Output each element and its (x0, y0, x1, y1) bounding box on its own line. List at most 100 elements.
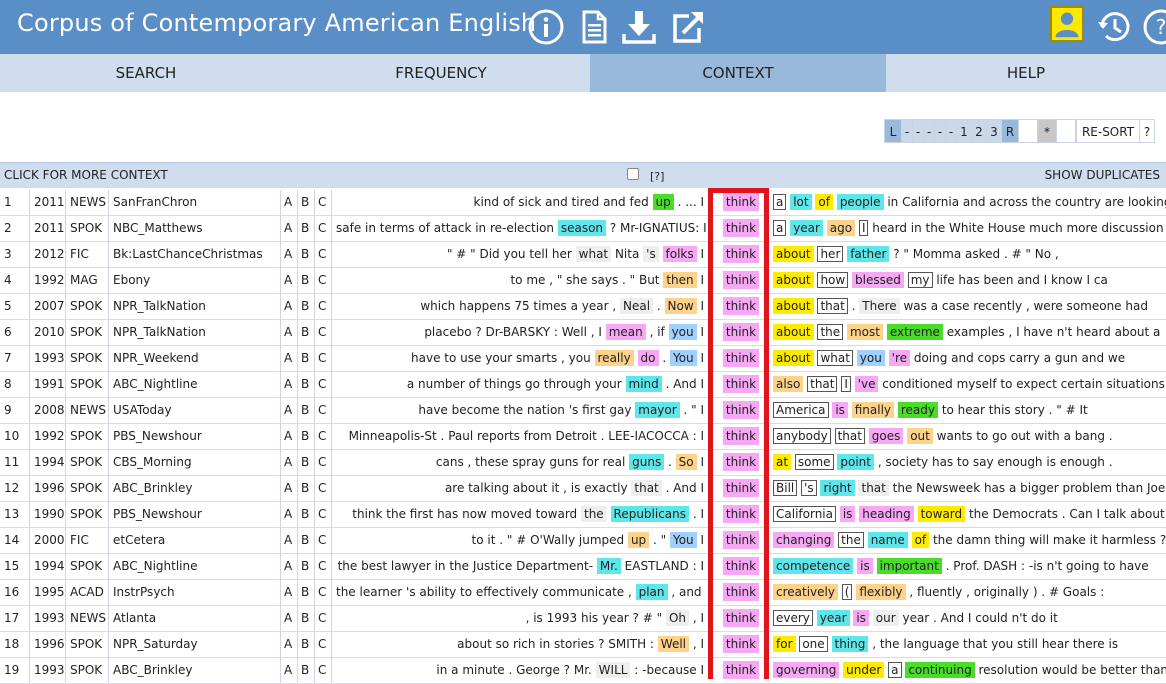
expand-c-link[interactable]: C (318, 242, 330, 267)
keyword[interactable]: think (723, 219, 759, 237)
table-row[interactable]: 92008NEWSUSATodayABChave become the nati… (0, 398, 1166, 424)
expand-a-link[interactable]: A (284, 320, 296, 345)
table-row[interactable]: 171993NEWSAtlantaABC, is 1993 his year ?… (0, 606, 1166, 632)
table-row[interactable]: 142000FICetCeteraABCto it . " # O'Wally … (0, 528, 1166, 554)
expand-a-link[interactable]: A (284, 476, 296, 501)
keyword[interactable]: think (723, 375, 759, 393)
keyword-cell[interactable]: think (722, 528, 760, 553)
expand-a-link[interactable]: A (284, 346, 296, 371)
expand-a-link[interactable]: A (284, 294, 296, 319)
tab-frequency[interactable]: FREQUENCY (292, 54, 590, 92)
keyword[interactable]: think (723, 323, 759, 341)
keyword[interactable]: think (723, 635, 759, 653)
row-source[interactable]: ABC_Nightline (113, 372, 278, 397)
expand-b-link[interactable]: B (301, 372, 313, 397)
expand-a-link[interactable]: A (284, 242, 296, 267)
expand-b-link[interactable]: B (301, 346, 313, 371)
table-row[interactable]: 161995ACADInstrPsychABCthe learner 's ab… (0, 580, 1166, 606)
expand-a-link[interactable]: A (284, 424, 296, 449)
expand-b-link[interactable]: B (301, 190, 313, 215)
document-icon[interactable] (575, 8, 613, 46)
keyword[interactable]: think (723, 245, 759, 263)
keyword[interactable]: think (723, 661, 759, 679)
expand-b-link[interactable]: B (301, 268, 313, 293)
row-source[interactable]: PBS_Newshour (113, 424, 278, 449)
keyword[interactable]: think (723, 609, 759, 627)
expand-c-link[interactable]: C (318, 216, 330, 241)
expand-c-link[interactable]: C (318, 372, 330, 397)
table-row[interactable]: 62010SPOKNPR_TalkNationABCplacebo ? Dr-B… (0, 320, 1166, 346)
expand-a-link[interactable]: A (284, 268, 296, 293)
table-row[interactable]: 32012FICBk:LastChanceChristmasABC" # " D… (0, 242, 1166, 268)
row-source[interactable]: NPR_Weekend (113, 346, 278, 371)
keyword[interactable]: think (723, 453, 759, 471)
table-row[interactable]: 12011NEWSSanFranChronABCkind of sick and… (0, 190, 1166, 216)
expand-b-link[interactable]: B (301, 294, 313, 319)
pager-item-0[interactable]: L (884, 119, 902, 143)
keyword[interactable]: think (723, 297, 759, 315)
expand-c-link[interactable]: C (318, 658, 330, 683)
keyword[interactable]: think (723, 193, 759, 211)
keyword-cell[interactable]: think (722, 398, 760, 423)
expand-b-link[interactable]: B (301, 320, 313, 345)
keyword[interactable]: think (723, 531, 759, 549)
expand-c-link[interactable]: C (318, 476, 330, 501)
expand-b-link[interactable]: B (301, 658, 313, 683)
table-row[interactable]: 81991SPOKABC_NightlineABCa number of thi… (0, 372, 1166, 398)
expand-a-link[interactable]: A (284, 528, 296, 553)
tab-help[interactable]: HELP (886, 54, 1166, 92)
row-source[interactable]: ABC_Brinkley (113, 658, 278, 683)
expand-a-link[interactable]: A (284, 190, 296, 215)
table-row[interactable]: 121996SPOKABC_BrinkleyABCare talking abo… (0, 476, 1166, 502)
expand-b-link[interactable]: B (301, 528, 313, 553)
keyword-cell[interactable]: think (722, 346, 760, 371)
row-source[interactable]: SanFranChron (113, 190, 278, 215)
pager-item-14[interactable]: ? (1139, 119, 1155, 143)
expand-a-link[interactable]: A (284, 450, 296, 475)
keyword-cell[interactable]: think (722, 424, 760, 449)
expand-c-link[interactable]: C (318, 398, 330, 423)
keyword-cell[interactable]: think (722, 502, 760, 527)
expand-c-link[interactable]: C (318, 580, 330, 605)
expand-c-link[interactable]: C (318, 268, 330, 293)
expand-c-link[interactable]: C (318, 346, 330, 371)
expand-c-link[interactable]: C (318, 450, 330, 475)
expand-b-link[interactable]: B (301, 216, 313, 241)
expand-c-link[interactable]: C (318, 528, 330, 553)
row-source[interactable]: Ebony (113, 268, 278, 293)
expand-c-link[interactable]: C (318, 606, 330, 631)
help-link[interactable]: [?] (650, 170, 664, 183)
table-row[interactable]: 111994SPOKCBS_MorningABCcans , these spr… (0, 450, 1166, 476)
keyword-cell[interactable]: think (722, 554, 760, 579)
pager-item-7[interactable]: 2 (971, 119, 987, 143)
table-row[interactable]: 22011SPOKNBC_MatthewsABCsafe in terms of… (0, 216, 1166, 242)
show-duplicates-link[interactable]: SHOW DUPLICATES (1045, 168, 1160, 182)
info-icon[interactable] (527, 8, 565, 46)
expand-a-link[interactable]: A (284, 580, 296, 605)
keyword-cell[interactable]: think (722, 216, 760, 241)
keyword[interactable]: think (723, 349, 759, 367)
expand-c-link[interactable]: C (318, 190, 330, 215)
table-row[interactable]: 52007SPOKNPR_TalkNationABCwhich happens … (0, 294, 1166, 320)
expand-a-link[interactable]: A (284, 632, 296, 657)
table-row[interactable]: 151994SPOKABC_NightlineABCthe best lawye… (0, 554, 1166, 580)
keyword[interactable]: think (723, 583, 759, 601)
table-row[interactable]: 181996SPOKNPR_SaturdayABCabout so rich i… (0, 632, 1166, 658)
keyword-cell[interactable]: think (722, 242, 760, 267)
keyword-cell[interactable]: think (722, 606, 760, 631)
keyword[interactable]: think (723, 427, 759, 445)
row-source[interactable]: Bk:LastChanceChristmas (113, 242, 278, 267)
expand-c-link[interactable]: C (318, 320, 330, 345)
keyword-cell[interactable]: think (722, 476, 760, 501)
keyword[interactable]: think (723, 479, 759, 497)
keyword[interactable]: think (723, 557, 759, 575)
pager-item-11[interactable]: * (1037, 119, 1057, 143)
row-source[interactable]: NPR_Saturday (113, 632, 278, 657)
expand-b-link[interactable]: B (301, 450, 313, 475)
expand-c-link[interactable]: C (318, 424, 330, 449)
expand-b-link[interactable]: B (301, 554, 313, 579)
table-row[interactable]: 71993SPOKNPR_WeekendABChave to use your … (0, 346, 1166, 372)
keyword-cell[interactable]: think (722, 450, 760, 475)
pager-item-10[interactable] (1018, 119, 1038, 143)
expand-b-link[interactable]: B (301, 632, 313, 657)
